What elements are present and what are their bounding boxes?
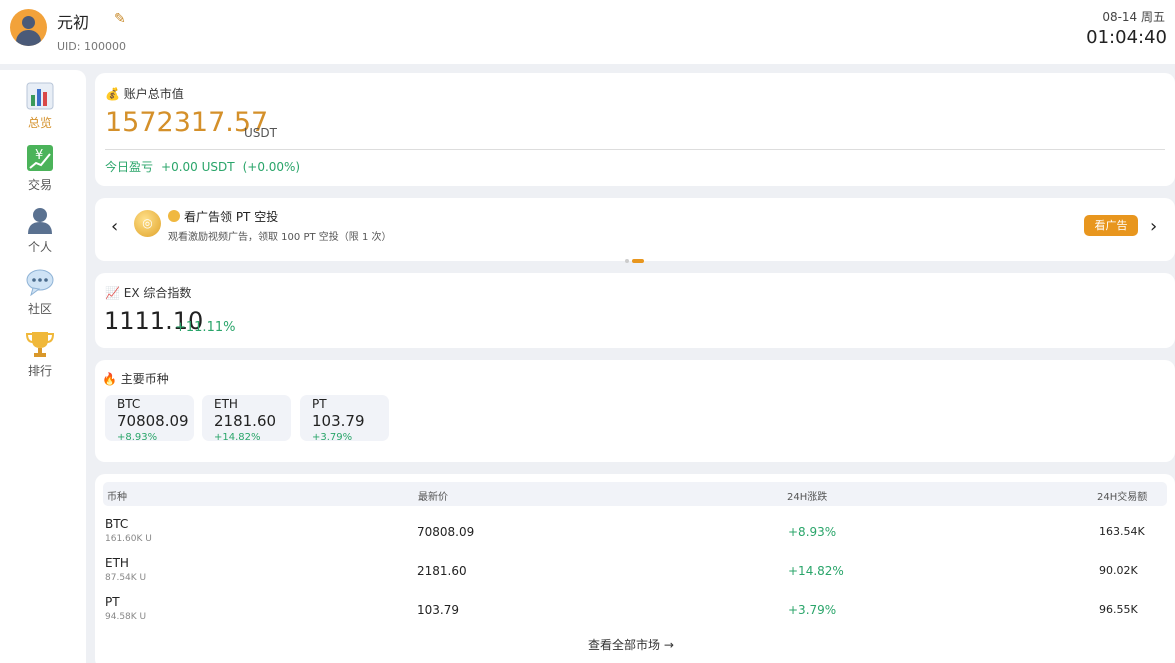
user-uid: UID: 100000	[57, 40, 126, 53]
row-symbol: PT	[105, 595, 120, 609]
ad-description: 观看激励视频广告，领取 100 PT 空投（限 1 次）	[168, 232, 392, 243]
avatar-body	[16, 30, 41, 46]
row-price: 2181.60	[417, 564, 467, 578]
today-pnl-percent: (+0.00%)	[242, 160, 301, 174]
row-turnover: 90.02K	[1099, 564, 1138, 577]
current-time: 01:04:40	[1086, 27, 1167, 48]
coin-tile-btc[interactable]: BTC 70808.09 +8.93%	[105, 395, 194, 443]
avatar[interactable]	[10, 9, 47, 46]
coin-tile-pt[interactable]: PT 103.79 +3.79%	[300, 395, 389, 443]
index-change: +11.11%	[175, 320, 236, 335]
sidebar-item-label: 排行	[27, 364, 52, 378]
table-row[interactable]: PT 94.58K U 103.79 +3.79% 96.55K	[95, 595, 1175, 631]
coin-price: 103.79	[312, 412, 365, 430]
row-volume: 87.54K U	[105, 573, 147, 583]
next-arrow-icon[interactable]: ›	[1150, 216, 1157, 237]
coin-symbol: BTC	[117, 397, 141, 411]
main-coins-title: 🔥 主要币种	[102, 372, 169, 386]
coin-symbol: ETH	[214, 397, 238, 411]
coin-symbol: PT	[312, 397, 327, 411]
row-change: +3.79%	[788, 603, 837, 617]
column-header-coin: 币种	[107, 492, 127, 503]
ad-title: 看广告领 PT 空投	[168, 208, 278, 225]
sidebar-item-overview[interactable]: 总览	[0, 82, 80, 131]
current-date: 08-14 周五	[1102, 10, 1165, 24]
row-price: 70808.09	[417, 525, 475, 539]
column-header-price: 最新价	[418, 492, 448, 503]
chat-bubble-icon	[26, 268, 54, 297]
carousel-dots	[625, 248, 647, 267]
coin-change: +8.93%	[117, 432, 158, 443]
sidebar-item-label: 交易	[27, 178, 52, 192]
trophy-icon	[25, 330, 55, 358]
main-coins-card: 🔥 主要币种 BTC 70808.09 +8.93% ETH 2181.60 +…	[95, 360, 1175, 462]
column-header-change: 24H涨跌	[787, 492, 828, 503]
money-bag-icon: 💰	[105, 87, 120, 101]
coin-price: 70808.09	[117, 412, 189, 430]
row-change: +8.93%	[788, 525, 837, 539]
prev-arrow-icon[interactable]: ‹	[111, 216, 118, 237]
table-row[interactable]: ETH 87.54K U 2181.60 +14.82% 90.02K	[95, 556, 1175, 592]
today-pnl-value: +0.00 USDT	[161, 160, 235, 174]
yen-chart-icon: ¥	[26, 144, 54, 172]
coin-change: +14.82%	[214, 432, 261, 443]
coin-icon: ◎	[134, 210, 161, 237]
account-value-card: 💰 账户总市值 1572317.57 USDT 今日盈亏 +0.00 USDT (+…	[95, 73, 1175, 186]
sidebar-nav: 总览 ¥ 交易 个人 社区 排行	[0, 70, 86, 663]
row-turnover: 96.55K	[1099, 603, 1138, 616]
coin-tile-eth[interactable]: ETH 2181.60 +14.82%	[202, 395, 291, 443]
carousel-dot-active[interactable]	[632, 259, 644, 263]
trend-chart-icon: 📈	[105, 286, 120, 300]
row-symbol: BTC	[105, 517, 129, 531]
sidebar-item-profile[interactable]: 个人	[0, 206, 80, 255]
index-title: 📈 EX 综合指数	[105, 286, 192, 300]
sidebar-item-ranking[interactable]: 排行	[0, 330, 80, 379]
sidebar-item-label: 个人	[27, 240, 52, 254]
row-symbol: ETH	[105, 556, 129, 570]
avatar-head	[22, 16, 35, 29]
sidebar-item-community[interactable]: 社区	[0, 268, 80, 317]
coin-price: 2181.60	[214, 412, 277, 430]
coin-icon	[168, 210, 180, 222]
watch-ad-button[interactable]: 看广告	[1084, 215, 1138, 236]
account-title: 💰 账户总市值	[105, 87, 184, 101]
sidebar-item-label: 总览	[27, 116, 52, 130]
market-table-card: 币种 最新价 24H涨跌 24H交易额 BTC 161.60K U 70808.…	[95, 474, 1175, 663]
sidebar-item-label: 社区	[27, 302, 52, 316]
view-all-markets-link[interactable]: 查看全部市场 →	[588, 636, 674, 653]
coin-change: +3.79%	[312, 432, 353, 443]
row-turnover: 163.54K	[1099, 525, 1145, 538]
bar-chart-icon	[26, 82, 54, 110]
table-header: 币种 最新价 24H涨跌 24H交易额	[103, 482, 1167, 506]
today-pnl-label: 今日盈亏	[105, 160, 154, 174]
account-total-unit: USDT	[244, 126, 277, 140]
user-icon	[26, 206, 54, 234]
column-header-turnover: 24H交易额	[1097, 492, 1148, 503]
carousel-dot[interactable]	[625, 259, 629, 263]
ad-banner-card: ‹ ◎ 看广告领 PT 空投 观看激励视频广告，领取 100 PT 空投（限 1…	[95, 198, 1175, 263]
row-change: +14.82%	[788, 564, 844, 578]
table-row[interactable]: BTC 161.60K U 70808.09 +8.93% 163.54K	[95, 517, 1175, 553]
index-card: 📈 EX 综合指数 1111.10 +11.11%	[95, 273, 1175, 348]
svg-text:¥: ¥	[35, 148, 43, 163]
row-price: 103.79	[417, 603, 459, 617]
top-header: 元初 ✎ UID: 100000 08-14 周五 01:04:40	[0, 0, 1175, 64]
today-pnl: 今日盈亏 +0.00 USDT (+0.00%)	[105, 158, 308, 175]
username: 元初	[57, 13, 90, 32]
pencil-icon[interactable]: ✎	[114, 11, 126, 27]
row-volume: 161.60K U	[105, 534, 152, 544]
fire-icon: 🔥	[102, 372, 117, 386]
sidebar-item-trade[interactable]: ¥ 交易	[0, 144, 80, 193]
row-volume: 94.58K U	[105, 612, 147, 622]
divider	[105, 149, 1165, 150]
